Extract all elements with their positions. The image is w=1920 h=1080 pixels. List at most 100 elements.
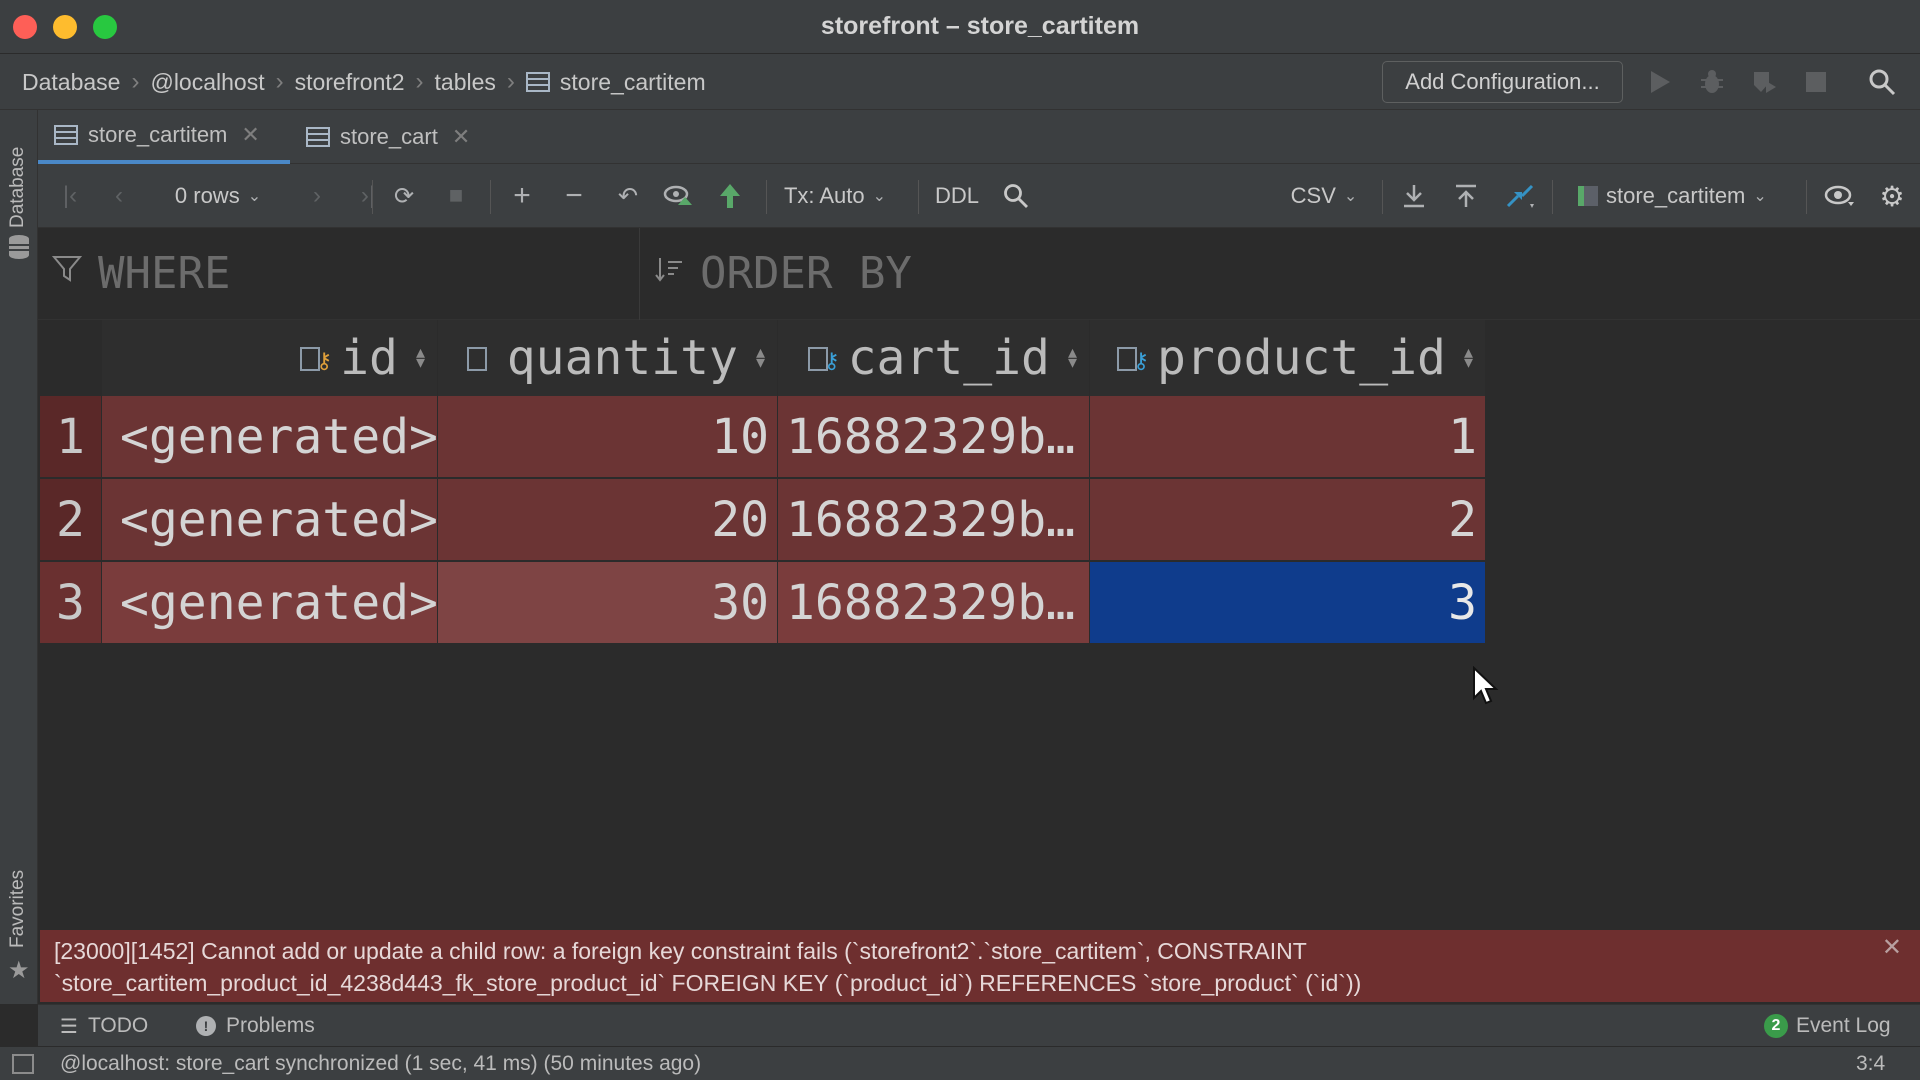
favorites-tool-window-button[interactable]: Favorites	[7, 870, 29, 948]
toolbar-separator	[372, 180, 373, 214]
table-row[interactable]: 3 <generated> 30 16882329b… 3	[40, 562, 1486, 643]
compare-icon[interactable]	[1500, 176, 1540, 216]
last-page-icon[interactable]: ›|	[350, 176, 386, 216]
navigation-bar: Database › @localhost › storefront2 › ta…	[0, 54, 1920, 110]
info-icon: !	[196, 1016, 216, 1036]
ddl-label: DDL	[934, 183, 979, 208]
cell-id[interactable]: <generated>	[102, 562, 438, 643]
cell-quantity[interactable]: 10	[438, 396, 778, 477]
column-header-id[interactable]: ⚷ id ▴ ▾	[102, 320, 438, 396]
tab-label: store_cartitem	[88, 122, 228, 147]
cell-product-id[interactable]: 2	[1090, 479, 1486, 560]
chevron-down-icon: ⌄	[1343, 188, 1358, 205]
todo-tool-window-button[interactable]: ☰ TODO	[60, 1005, 148, 1047]
cell-id[interactable]: <generated>	[102, 479, 438, 560]
table-row[interactable]: 1 <generated> 10 16882329b… 1	[40, 396, 1486, 478]
run-icon[interactable]	[1642, 64, 1678, 100]
stop-query-icon[interactable]: ■	[438, 176, 474, 216]
import-data-icon[interactable]	[1396, 176, 1432, 216]
search-everywhere-icon[interactable]	[1864, 64, 1900, 100]
preview-pending-changes-icon[interactable]	[660, 176, 696, 216]
tab-store-cartitem[interactable]: store_cartitem ✕	[38, 110, 290, 164]
delete-row-icon[interactable]: −	[556, 176, 592, 216]
problems-tool-window-button[interactable]: ! Problems	[196, 1005, 315, 1047]
debug-icon[interactable]	[1694, 64, 1730, 100]
sort-arrows-icon[interactable]: ▴ ▾	[756, 344, 765, 372]
revert-icon[interactable]: ↶	[610, 176, 646, 216]
mouse-cursor-icon	[1472, 665, 1500, 711]
coverage-icon[interactable]	[1746, 64, 1782, 100]
row-number[interactable]: 2	[40, 479, 102, 560]
list-icon: ☰	[60, 1015, 78, 1038]
cell-quantity[interactable]: 20	[438, 479, 778, 560]
cell-cart-id[interactable]: 16882329b…	[778, 479, 1090, 560]
row-number[interactable]: 1	[40, 396, 102, 477]
cell-cart-id[interactable]: 16882329b…	[778, 562, 1090, 643]
next-page-icon[interactable]: ›	[302, 176, 332, 216]
close-tab-icon[interactable]: ✕	[241, 122, 259, 148]
cell-quantity[interactable]: 30	[438, 562, 778, 643]
search-icon[interactable]	[998, 176, 1034, 216]
table-selector-dropdown[interactable]: store_cartitem ⌄	[1578, 176, 1788, 216]
row-number[interactable]: 3	[40, 562, 102, 643]
order-by-placeholder[interactable]: ORDER BY	[700, 248, 912, 299]
error-message-line: `store_cartitem_product_id_4238d443_fk_s…	[54, 970, 1362, 996]
export-format-dropdown[interactable]: CSV ⌄	[1284, 176, 1364, 216]
filter-icon	[51, 254, 83, 292]
cell-product-id[interactable]: 1	[1090, 396, 1486, 477]
breadcrumb-table-label: store_cartitem	[559, 68, 706, 95]
error-message-panel: [23000][1452] Cannot add or update a chi…	[40, 930, 1920, 1002]
breadcrumb-database[interactable]: Database	[22, 69, 120, 96]
todo-label: TODO	[87, 1014, 149, 1037]
breadcrumb-table[interactable]: store_cartitem	[525, 68, 706, 96]
close-tab-icon[interactable]: ✕	[452, 124, 470, 150]
stop-icon[interactable]	[1798, 64, 1834, 100]
column-header-product-id[interactable]: ⚷ product_id ▴ ▾	[1090, 320, 1486, 396]
toolbar-separator	[1806, 180, 1807, 214]
breadcrumb-tables[interactable]: tables	[435, 69, 496, 96]
rows-count-dropdown[interactable]: 0 rows ⌄	[158, 176, 278, 216]
where-filter-field[interactable]: WHERE	[38, 228, 640, 320]
window-title: storefront – store_cartitem	[820, 12, 1140, 40]
column-header-quantity[interactable]: quantity ▴ ▾	[438, 320, 778, 396]
settings-gear-icon[interactable]: ⚙	[1872, 176, 1912, 216]
breadcrumb-schema[interactable]: storefront2	[295, 69, 405, 96]
submit-changes-icon[interactable]	[712, 176, 748, 216]
export-data-icon[interactable]	[1448, 176, 1484, 216]
previous-page-icon[interactable]: ‹	[104, 176, 134, 216]
sort-arrows-icon[interactable]: ▴ ▾	[1068, 344, 1077, 372]
view-options-icon[interactable]	[1820, 176, 1860, 216]
breadcrumb-localhost[interactable]: @localhost	[150, 69, 264, 96]
cell-id[interactable]: <generated>	[102, 396, 438, 477]
database-tool-window-button[interactable]: Database	[7, 147, 29, 228]
transaction-mode-dropdown[interactable]: Tx: Auto ⌄	[780, 176, 890, 216]
event-log-tool-window-button[interactable]: 2 Event Log	[1764, 1005, 1891, 1047]
ddl-button[interactable]: DDL	[932, 176, 982, 216]
sort-arrows-icon[interactable]: ▴ ▾	[1464, 344, 1473, 372]
table-icon	[525, 72, 550, 92]
chevron-down-icon: ⌄	[247, 188, 262, 205]
add-row-icon[interactable]: +	[504, 176, 540, 216]
caret-position[interactable]: 3:4	[1856, 1047, 1885, 1080]
status-message: @localhost: store_cart synchronized (1 s…	[60, 1052, 702, 1075]
rows-count-label: 0 rows	[174, 183, 240, 208]
toolbar-separator	[1382, 180, 1383, 214]
table-row[interactable]: 2 <generated> 20 16882329b… 2	[40, 479, 1486, 561]
column-header-label: product_id	[1156, 330, 1446, 386]
column-header-label: cart_id	[847, 330, 1050, 386]
tab-store-cart[interactable]: store_cart ✕	[290, 110, 490, 164]
cell-product-id-selected[interactable]: 3	[1090, 562, 1486, 643]
cell-cart-id[interactable]: 16882329b…	[778, 396, 1090, 477]
first-page-icon[interactable]: |‹	[52, 176, 88, 216]
event-log-label: Event Log	[1796, 1014, 1891, 1037]
close-error-icon[interactable]: ✕	[1882, 932, 1902, 964]
column-header-label: quantity	[506, 330, 738, 386]
column-icon	[466, 343, 501, 373]
data-editor-toolbar: |‹ ‹ 0 rows ⌄ › ›| ⟳ ■ + − ↶ Tx: Auto ⌄ …	[38, 164, 1920, 228]
column-header-cart-id[interactable]: ⚷ cart_id ▴ ▾	[778, 320, 1090, 396]
refresh-icon[interactable]: ⟳	[386, 176, 422, 216]
toggle-tool-windows-icon[interactable]	[12, 1054, 34, 1074]
add-configuration-button[interactable]: Add Configuration...	[1382, 61, 1623, 103]
left-tool-strip: Database Favorites ★	[0, 110, 38, 1004]
sort-arrows-icon[interactable]: ▴ ▾	[416, 344, 425, 372]
